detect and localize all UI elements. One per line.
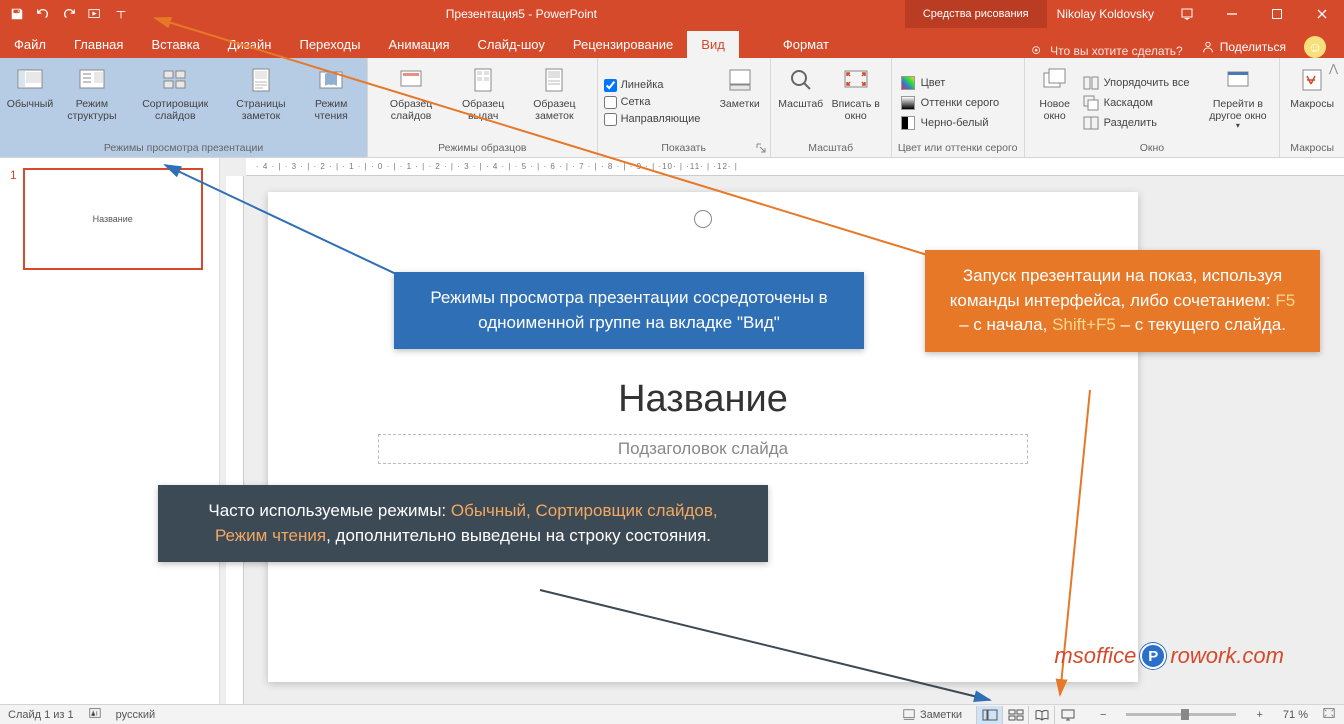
tab-view[interactable]: Вид bbox=[687, 31, 739, 58]
group-label: Цвет или оттенки серого bbox=[898, 140, 1018, 157]
callout-slideshow: Запуск презентации на показ, используя к… bbox=[925, 250, 1320, 352]
subtitle-placeholder[interactable]: Подзаголовок слайда bbox=[378, 434, 1028, 464]
tab-file[interactable]: Файл bbox=[0, 31, 60, 58]
tab-home[interactable]: Главная bbox=[60, 31, 137, 58]
user-name[interactable]: Nikolay Koldovsky bbox=[1047, 7, 1164, 21]
ribbon-options-icon[interactable] bbox=[1164, 0, 1209, 28]
sorter-view-shortcut[interactable] bbox=[1002, 706, 1028, 724]
undo-icon[interactable] bbox=[30, 0, 56, 28]
close-icon[interactable] bbox=[1299, 0, 1344, 28]
slide-counter: Слайд 1 из 1 bbox=[8, 709, 74, 721]
ruler-checkbox[interactable]: Линейка bbox=[604, 78, 714, 93]
outline-view-button[interactable]: Режим структуры bbox=[56, 62, 128, 140]
qat-customize-icon[interactable] bbox=[108, 0, 134, 28]
reading-view-shortcut[interactable] bbox=[1028, 706, 1054, 724]
group-master-views: Образец слайдов Образец выдач Образец за… bbox=[368, 58, 598, 157]
save-icon[interactable] bbox=[4, 0, 30, 28]
group-label: Окно bbox=[1031, 140, 1274, 157]
slide-thumbnails-pane[interactable]: 1 Название bbox=[0, 158, 220, 704]
start-from-beginning-icon[interactable] bbox=[82, 0, 108, 28]
group-window: Новое окно Упорядочить все Каскадом Разд… bbox=[1025, 58, 1281, 157]
slide-master-button[interactable]: Образец слайдов bbox=[374, 62, 448, 140]
title-bar: Презентация5 - PowerPoint Средства рисов… bbox=[0, 0, 1344, 28]
zoom-slider[interactable] bbox=[1126, 713, 1236, 716]
watermark: msofficeProwork.com bbox=[1054, 643, 1284, 669]
slide-editor[interactable]: · 4 · | · 3 · | · 2 · | · 1 · | · 0 · | … bbox=[220, 158, 1344, 704]
tab-transitions[interactable]: Переходы bbox=[285, 31, 374, 58]
ribbon: Обычный Режим структуры Сортировщик слай… bbox=[0, 58, 1344, 158]
notes-master-button[interactable]: Образец заметок bbox=[518, 62, 590, 140]
tab-format[interactable]: Формат bbox=[769, 31, 843, 58]
share-button[interactable]: Поделиться bbox=[1201, 40, 1286, 54]
fit-to-window-button[interactable]: Вписать в окно bbox=[827, 62, 885, 140]
normal-view-shortcut[interactable] bbox=[976, 706, 1002, 724]
handout-master-button[interactable]: Образец выдач bbox=[450, 62, 516, 140]
zoom-out-icon[interactable]: − bbox=[1094, 709, 1112, 721]
minimize-icon[interactable] bbox=[1209, 0, 1254, 28]
slideshow-shortcut[interactable] bbox=[1054, 706, 1080, 724]
group-color-grayscale: Цвет Оттенки серого Черно-белый Цвет или… bbox=[892, 58, 1025, 157]
switch-windows-button[interactable]: Перейти в другое окно▾ bbox=[1203, 62, 1274, 140]
group-label: Показать bbox=[604, 140, 764, 157]
fit-to-window-shortcut[interactable] bbox=[1322, 706, 1336, 723]
group-label: Макросы bbox=[1286, 140, 1338, 157]
tab-animation[interactable]: Анимация bbox=[374, 31, 463, 58]
collapse-ribbon-icon[interactable]: ⋀ bbox=[1329, 62, 1338, 75]
normal-view-button[interactable]: Обычный bbox=[6, 62, 54, 140]
cascade-button[interactable]: Каскадом bbox=[1081, 94, 1201, 112]
gridlines-checkbox[interactable]: Сетка bbox=[604, 95, 714, 110]
feedback-icon[interactable]: ☺ bbox=[1304, 36, 1326, 58]
ribbon-tabs: Файл Главная Вставка Дизайн Переходы Ани… bbox=[0, 28, 1344, 58]
group-label: Масштаб bbox=[777, 140, 885, 157]
title-placeholder[interactable]: Название bbox=[378, 378, 1028, 421]
slide-sorter-button[interactable]: Сортировщик слайдов bbox=[130, 62, 221, 140]
horizontal-ruler: · 4 · | · 3 · | · 2 · | · 1 · | · 0 · | … bbox=[246, 158, 1344, 176]
move-split-button[interactable]: Разделить bbox=[1081, 114, 1201, 132]
black-white-button[interactable]: Черно-белый bbox=[898, 114, 1018, 132]
contextual-tab-label: Средства рисования bbox=[905, 0, 1047, 28]
callout-views: Режимы просмотра презентации сосредоточе… bbox=[394, 272, 864, 349]
group-zoom: Масштаб Вписать в окно Масштаб bbox=[771, 58, 892, 157]
status-bar: Слайд 1 из 1 русский Заметки − + 71 % bbox=[0, 704, 1344, 724]
thumb-number: 1 bbox=[10, 168, 17, 270]
view-shortcuts bbox=[976, 706, 1080, 724]
color-button[interactable]: Цвет bbox=[898, 74, 1018, 92]
zoom-percent[interactable]: 71 % bbox=[1283, 709, 1308, 721]
notes-button[interactable]: Заметки bbox=[716, 62, 764, 140]
reading-view-button[interactable]: Режим чтения bbox=[301, 62, 361, 140]
maximize-icon[interactable] bbox=[1254, 0, 1299, 28]
zoom-in-icon[interactable]: + bbox=[1250, 709, 1268, 721]
spellcheck-icon[interactable] bbox=[88, 706, 102, 723]
dialog-launcher-icon[interactable] bbox=[755, 142, 767, 154]
zoom-button[interactable]: Масштаб bbox=[777, 62, 825, 140]
rotation-handle-icon[interactable] bbox=[694, 210, 712, 228]
vertical-ruler bbox=[226, 176, 244, 704]
guides-checkbox[interactable]: Направляющие bbox=[604, 112, 714, 127]
grayscale-button[interactable]: Оттенки серого bbox=[898, 94, 1018, 112]
quick-access-toolbar bbox=[0, 0, 138, 28]
arrange-all-button[interactable]: Упорядочить все bbox=[1081, 74, 1201, 92]
new-window-button[interactable]: Новое окно bbox=[1031, 62, 1079, 140]
callout-statusbar: Часто используемые режимы: Обычный, Сорт… bbox=[158, 485, 768, 562]
workspace: 1 Название · 4 · | · 3 · | · 2 · | · 1 ·… bbox=[0, 158, 1344, 704]
tell-me-search[interactable]: Что вы хотите сделать? bbox=[1030, 44, 1183, 58]
group-presentation-views: Обычный Режим структуры Сортировщик слай… bbox=[0, 58, 368, 157]
window-controls bbox=[1164, 0, 1344, 28]
tab-insert[interactable]: Вставка bbox=[137, 31, 213, 58]
group-label: Режимы просмотра презентации bbox=[6, 140, 361, 157]
notes-toggle[interactable]: Заметки bbox=[902, 708, 962, 722]
tab-review[interactable]: Рецензирование bbox=[559, 31, 687, 58]
tab-design[interactable]: Дизайн bbox=[214, 31, 286, 58]
document-title: Презентация5 - PowerPoint bbox=[138, 7, 905, 21]
group-show: Линейка Сетка Направляющие Заметки Показ… bbox=[598, 58, 771, 157]
notes-page-button[interactable]: Страницы заметок bbox=[223, 62, 300, 140]
redo-icon[interactable] bbox=[56, 0, 82, 28]
slide-thumbnail[interactable]: Название bbox=[23, 168, 203, 270]
tab-slideshow[interactable]: Слайд-шоу bbox=[464, 31, 559, 58]
group-label: Режимы образцов bbox=[374, 140, 591, 157]
language-indicator[interactable]: русский bbox=[116, 709, 155, 721]
